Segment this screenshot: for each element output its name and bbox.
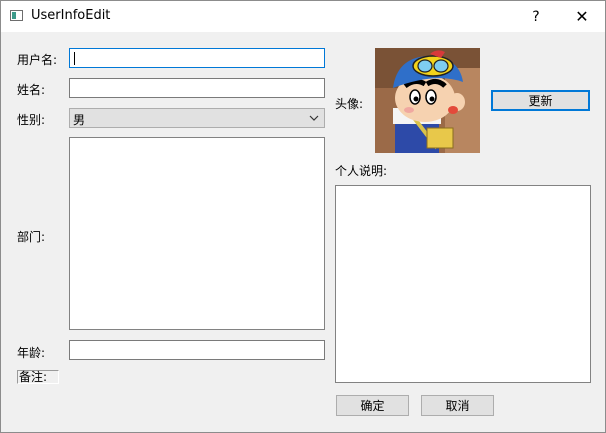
age-input[interactable] [69,340,325,360]
text-caret [74,52,75,65]
age-label: 年龄: [17,346,46,360]
username-input[interactable] [69,48,325,68]
remark-label: 备注: [17,370,59,384]
gender-select[interactable]: 男 [69,108,325,128]
username-label: 用户名: [17,53,58,67]
app-window-icon [10,10,23,21]
title-bar[interactable]: UserInfoEdit ? ✕ [1,1,605,32]
gender-selected-value: 男 [73,113,86,127]
avatar-image [375,48,480,153]
cancel-button[interactable]: 取消 [421,395,494,416]
gender-label: 性别: [17,113,46,127]
update-avatar-button[interactable]: 更新 [491,90,590,111]
chevron-down-icon [309,115,319,121]
department-label: 部门: [17,230,46,244]
window-title: UserInfoEdit [31,8,111,23]
dialog-window: UserInfoEdit ? ✕ 用户名: 姓名: 性别: 男 部门: 年龄: … [0,0,606,433]
close-button[interactable]: ✕ [559,1,605,32]
department-list[interactable] [69,137,325,330]
description-label: 个人说明: [335,164,388,178]
name-input[interactable] [69,78,325,98]
avatar-label: 头像: [335,97,364,111]
ok-button[interactable]: 确定 [336,395,409,416]
avatar-illustration [375,48,480,153]
description-textarea[interactable] [335,185,591,383]
name-label: 姓名: [17,83,46,97]
help-button[interactable]: ? [513,1,559,32]
